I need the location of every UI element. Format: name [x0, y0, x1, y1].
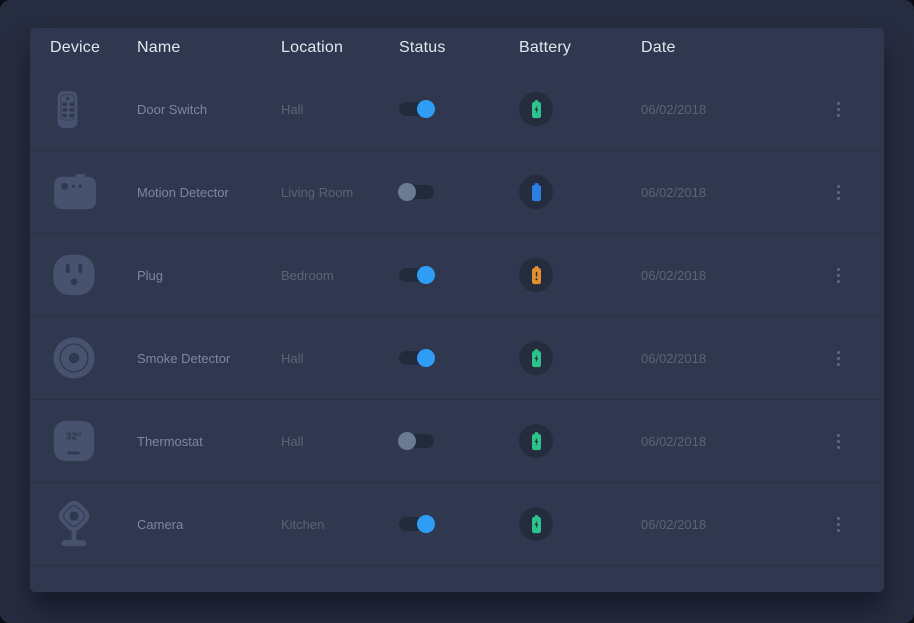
toggle-thumb — [417, 266, 435, 284]
status-cell — [399, 102, 519, 116]
device-date: 06/02/2018 — [641, 517, 812, 532]
toggle-thumb — [417, 100, 435, 118]
device-table-card: Device Name Location Status Battery Date… — [30, 28, 884, 592]
status-toggle[interactable] — [399, 268, 434, 282]
battery-cell — [519, 92, 641, 126]
column-header-status: Status — [399, 39, 519, 57]
battery-glyph-icon — [529, 514, 544, 535]
device-icon — [52, 336, 96, 380]
column-header-name: Name — [137, 39, 281, 57]
menu-cell — [812, 513, 864, 536]
device-date: 06/02/2018 — [641, 268, 812, 283]
device-location: Kitchen — [281, 517, 399, 532]
status-toggle[interactable] — [399, 185, 434, 199]
battery-cell — [519, 507, 641, 541]
menu-cell — [812, 430, 864, 453]
column-header-battery: Battery — [519, 39, 641, 57]
device-name: Plug — [137, 268, 281, 283]
row-kebab-menu-icon[interactable] — [831, 430, 846, 453]
toggle-thumb — [398, 432, 416, 450]
battery-icon — [519, 92, 553, 126]
battery-icon — [519, 341, 553, 375]
device-icon — [52, 499, 96, 550]
table-row: Door Switch Hall 06/02/2018 — [30, 68, 884, 151]
device-location: Hall — [281, 351, 399, 366]
device-cell — [50, 336, 137, 380]
device-cell — [50, 419, 137, 463]
menu-cell — [812, 98, 864, 121]
table-header-row: Device Name Location Status Battery Date — [30, 28, 884, 68]
device-location: Hall — [281, 434, 399, 449]
toggle-thumb — [417, 515, 435, 533]
device-location: Living Room — [281, 185, 399, 200]
battery-cell — [519, 341, 641, 375]
status-cell — [399, 434, 519, 448]
status-toggle[interactable] — [399, 102, 434, 116]
status-cell — [399, 351, 519, 365]
battery-glyph-icon — [529, 348, 544, 369]
battery-icon — [519, 175, 553, 209]
device-cell — [50, 499, 137, 550]
row-kebab-menu-icon[interactable] — [831, 347, 846, 370]
menu-cell — [812, 181, 864, 204]
row-kebab-menu-icon[interactable] — [831, 513, 846, 536]
device-location: Bedroom — [281, 268, 399, 283]
table-row: Motion Detector Living Room 06/02/2018 — [30, 151, 884, 234]
table-row: Smoke Detector Hall 06/02/2018 — [30, 317, 884, 400]
status-cell — [399, 268, 519, 282]
device-icon — [52, 83, 83, 136]
device-name: Door Switch — [137, 102, 281, 117]
device-icon — [52, 253, 96, 297]
device-name: Camera — [137, 517, 281, 532]
device-icon — [52, 173, 98, 211]
battery-glyph-icon — [529, 265, 544, 286]
battery-icon — [519, 424, 553, 458]
battery-cell — [519, 258, 641, 292]
column-header-location: Location — [281, 39, 399, 57]
status-toggle[interactable] — [399, 517, 434, 531]
device-name: Smoke Detector — [137, 351, 281, 366]
menu-cell — [812, 347, 864, 370]
column-header-device: Device — [50, 39, 137, 57]
toggle-thumb — [417, 349, 435, 367]
device-date: 06/02/2018 — [641, 351, 812, 366]
device-name: Motion Detector — [137, 185, 281, 200]
row-kebab-menu-icon[interactable] — [831, 264, 846, 287]
device-cell — [50, 83, 137, 136]
battery-icon — [519, 507, 553, 541]
device-date: 06/02/2018 — [641, 434, 812, 449]
table-row: Camera Kitchen 06/02/2018 — [30, 483, 884, 566]
device-cell — [50, 253, 137, 297]
device-icon — [52, 419, 96, 463]
device-cell — [50, 173, 137, 211]
status-toggle[interactable] — [399, 351, 434, 365]
device-date: 06/02/2018 — [641, 185, 812, 200]
battery-cell — [519, 424, 641, 458]
device-location: Hall — [281, 102, 399, 117]
battery-cell — [519, 175, 641, 209]
table-row: Thermostat Hall 06/02/2018 — [30, 400, 884, 483]
battery-glyph-icon — [529, 182, 544, 203]
device-date: 06/02/2018 — [641, 102, 812, 117]
menu-cell — [812, 264, 864, 287]
toggle-thumb — [398, 183, 416, 201]
status-cell — [399, 517, 519, 531]
status-toggle[interactable] — [399, 434, 434, 448]
device-name: Thermostat — [137, 434, 281, 449]
table-body: Door Switch Hall 06/02/2018 — [30, 68, 884, 566]
battery-icon — [519, 258, 553, 292]
app-background: Device Name Location Status Battery Date… — [0, 0, 914, 623]
table-row: Plug Bedroom 06/02/2018 — [30, 234, 884, 317]
column-header-date: Date — [641, 39, 812, 57]
status-cell — [399, 185, 519, 199]
row-kebab-menu-icon[interactable] — [831, 98, 846, 121]
row-kebab-menu-icon[interactable] — [831, 181, 846, 204]
card-footer-spacer — [30, 566, 884, 592]
battery-glyph-icon — [529, 431, 544, 452]
battery-glyph-icon — [529, 99, 544, 120]
